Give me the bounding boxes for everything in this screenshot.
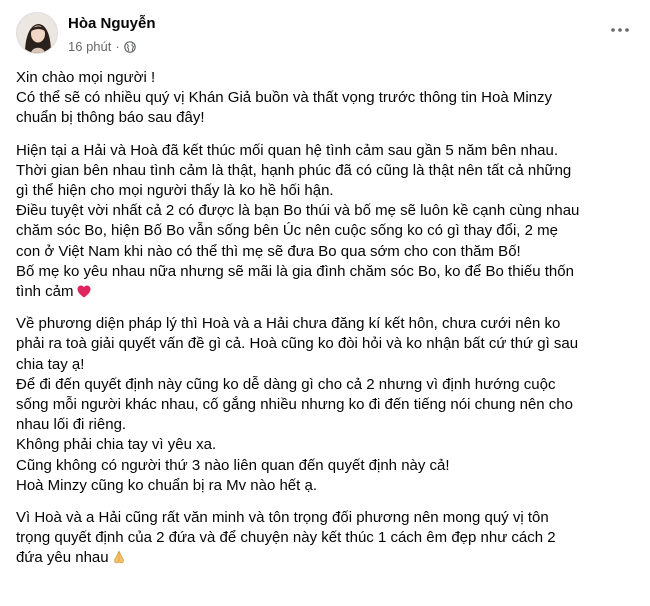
paragraph-4: Vì Hoà và a Hải cũng rất văn minh và tôn… <box>16 508 644 569</box>
avatar[interactable] <box>16 12 58 54</box>
text-line: Hiện tại a Hải và Hoà đã kết thúc mối qu… <box>16 141 559 159</box>
paragraph-2: Hiện tại a Hải và Hoà đã kết thúc mối qu… <box>16 141 644 303</box>
text-line: Để đi đến quyết định này cũng ko dễ dàng… <box>16 375 556 393</box>
text-line: sống mỗi người khác nhau, cố gắng nhiều … <box>16 396 573 414</box>
text-line: Điều tuyệt vời nhất cả 2 có được là bạn … <box>16 202 580 220</box>
text-line: chuẩn bị thông báo sau đây! <box>16 109 205 127</box>
text-fragment: đứa yêu nhau <box>16 549 109 567</box>
text-line: gì thể hiện cho mọi người thấy là ko hề … <box>16 182 334 200</box>
text-line: con ở Việt Nam khi nào có thể thì mẹ sẽ … <box>16 242 521 260</box>
text-fragment: tình cảm <box>16 283 74 301</box>
text-line: Hoà Minzy cũng ko chuẩn bị ra Mv nào hết… <box>16 476 317 494</box>
text-line-with-pray: đứa yêu nhau <box>16 548 644 568</box>
text-line: Vì Hoà và a Hải cũng rất văn minh và tôn… <box>16 509 549 527</box>
text-line: Không phải chia tay vì yêu xa. <box>16 436 217 454</box>
text-line: Thời gian bên nhau tình cảm là thật, hạn… <box>16 161 572 179</box>
globe-icon[interactable] <box>123 40 136 53</box>
post-time[interactable]: 16 phút <box>68 39 111 54</box>
facebook-post: Hòa Nguyễn 16 phút · Xin chào mọi người … <box>0 0 650 606</box>
post-header: Hòa Nguyễn 16 phút · <box>16 10 640 58</box>
text-line: nhau lối đi riêng. <box>16 416 127 434</box>
text-line: Về phương diện pháp lý thì Hoà và a Hải … <box>16 315 561 333</box>
post-content: Xin chào mọi người ! Có thể sẽ có nhiều … <box>16 68 644 581</box>
author-name[interactable]: Hòa Nguyễn <box>68 15 156 32</box>
heart-icon <box>77 284 91 298</box>
paragraph-1: Xin chào mọi người ! Có thể sẽ có nhiều … <box>16 68 644 129</box>
text-line-with-heart: tình cảm <box>16 282 644 302</box>
more-options-icon[interactable] <box>606 18 634 42</box>
text-line: Bố mẹ ko yêu nhau nữa nhưng sẽ mãi là gi… <box>16 262 574 280</box>
text-line: Cũng không có người thứ 3 nào liên quan … <box>16 456 450 474</box>
text-line: Xin chào mọi người ! <box>16 69 156 86</box>
paragraph-3: Về phương diện pháp lý thì Hoà và a Hải … <box>16 314 644 496</box>
text-line: Có thể sẽ có nhiều quý vị Khán Giả buồn … <box>16 89 553 107</box>
text-line: trọng quyết định của 2 đứa và để chuyện … <box>16 529 556 547</box>
text-line: chia tay ạ! <box>16 355 85 373</box>
folded-hands-icon <box>112 550 126 564</box>
text-line: chăm sóc Bo, hiện Bố Bo vẫn sống bên Úc … <box>16 222 558 240</box>
text-line: phải ra toà giải quyết vấn đề gì cả. Hoà… <box>16 335 579 353</box>
avatar-photo <box>17 13 57 53</box>
post-meta: 16 phút · <box>68 39 136 54</box>
meta-separator: · <box>115 39 120 54</box>
